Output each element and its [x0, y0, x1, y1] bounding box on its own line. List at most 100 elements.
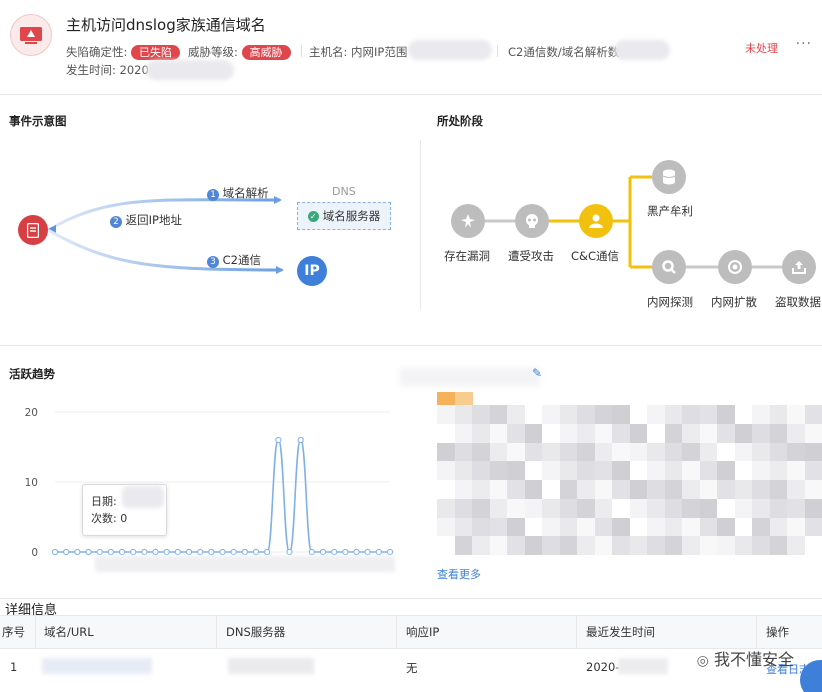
threat-label: 威胁等级: [188, 45, 238, 59]
tooltip-count-label: 次数: [91, 512, 117, 525]
host-node-icon [18, 215, 48, 245]
mosaic-cell [717, 480, 735, 499]
mosaic-cell [524, 461, 542, 480]
mosaic-cell [647, 536, 665, 555]
mosaic-cell [804, 480, 822, 499]
mosaic-cell [699, 498, 717, 518]
mosaic-cell [507, 442, 525, 462]
mosaic-cell [664, 480, 682, 499]
dns-server-box: ✓ 域名服务器 [297, 202, 391, 230]
mosaic-cell [524, 498, 542, 518]
mosaic-cell [437, 405, 455, 424]
search-icon [652, 250, 686, 284]
mosaic-cell [769, 405, 787, 424]
redacted-domain [42, 658, 152, 674]
target-icon [718, 250, 752, 284]
mosaic-cell [769, 517, 787, 537]
stage-label-probe: 内网探测 [647, 295, 693, 309]
redacted-x-axis [95, 556, 395, 572]
mosaic-cell [752, 461, 770, 480]
mosaic-cell [559, 536, 577, 555]
mosaic-cell [699, 536, 717, 555]
data-point [364, 548, 371, 556]
mosaic-cell [804, 517, 822, 537]
redacted-time-cell [618, 658, 668, 674]
c2-label: C2通信数/域名解析数: [508, 45, 624, 59]
mosaic-cell [454, 423, 472, 443]
mosaic-cell [804, 461, 822, 480]
col-sep [756, 615, 757, 649]
mosaic-cell [769, 423, 787, 443]
mosaic-cell [612, 423, 630, 443]
mosaic-cell [559, 517, 577, 537]
mosaic-cell [594, 423, 612, 443]
status-badge[interactable]: 未处理 [745, 40, 778, 56]
mosaic-cell [507, 423, 525, 443]
see-more-link[interactable]: 查看更多 [437, 566, 481, 582]
details-divider [0, 598, 822, 599]
mosaic-cell [734, 461, 752, 480]
step-2-number: 2 [110, 216, 122, 228]
mosaic-cell [647, 517, 665, 537]
data-point [51, 548, 59, 556]
stage-label-cnc: C&C通信 [571, 249, 620, 263]
edit-icon[interactable]: ✎ [532, 366, 542, 380]
mosaic-cell [699, 423, 717, 443]
data-point [286, 548, 293, 556]
mosaic-cell [594, 461, 612, 480]
mosaic-cell [612, 442, 630, 462]
data-point [74, 548, 81, 556]
mosaic-cell [577, 498, 595, 518]
mosaic-cell [577, 461, 595, 480]
mosaic-cell [454, 480, 472, 499]
mosaic-cell [664, 517, 682, 537]
col-sep [35, 615, 36, 649]
redacted-time [146, 60, 234, 80]
mosaic-cell [682, 536, 700, 555]
mosaic-cell [787, 423, 805, 443]
col-dns: DNS服务器 [226, 625, 286, 639]
y-tick-label: 20 [25, 407, 38, 419]
threat-field: 威胁等级: 高威胁 [188, 44, 291, 60]
mosaic-cell [437, 461, 455, 480]
mosaic-cell [594, 498, 612, 518]
data-point [174, 548, 181, 556]
mosaic-cell [437, 517, 455, 537]
mosaic-cell [524, 517, 542, 537]
mosaic-cell [629, 498, 647, 518]
mosaic-cell [734, 405, 752, 424]
mosaic-cell [804, 536, 822, 555]
data-point [275, 436, 282, 444]
mosaic-cell [647, 480, 665, 499]
event-diagram-title: 事件示意图 [9, 114, 67, 128]
mosaic-cell [542, 480, 560, 499]
col-sep [396, 615, 397, 649]
mosaic-cell [454, 517, 472, 537]
more-icon[interactable]: ··· [796, 36, 812, 52]
event-flow-diagram [46, 196, 292, 274]
mosaic-cell [559, 480, 577, 499]
stage-label-spread: 内网扩散 [711, 295, 757, 309]
compromise-label: 失陷确定性: [66, 45, 128, 59]
mosaic-cell [804, 423, 822, 443]
step-1: 1 域名解析 [207, 185, 269, 201]
mosaic-cell [682, 498, 700, 518]
step-3: 3 C2通信 [207, 252, 261, 268]
redacted-dns [228, 658, 314, 674]
col-index: 序号 [2, 625, 25, 639]
middle-divider [0, 345, 822, 346]
mosaic-cell [542, 498, 560, 518]
skull-icon [515, 204, 549, 238]
redacted-c2 [614, 40, 670, 60]
mosaic-cell [787, 498, 805, 518]
mosaic-cell [787, 442, 805, 462]
divider [301, 45, 302, 57]
mosaic-cell [769, 442, 787, 462]
redacted-panel-title [400, 368, 540, 386]
mosaic-cell [577, 405, 595, 424]
data-point [308, 548, 315, 556]
mosaic-cell [612, 498, 630, 518]
mosaic-cell [629, 536, 647, 555]
redacted-date [122, 486, 164, 508]
dns-label: DNS [332, 185, 356, 198]
